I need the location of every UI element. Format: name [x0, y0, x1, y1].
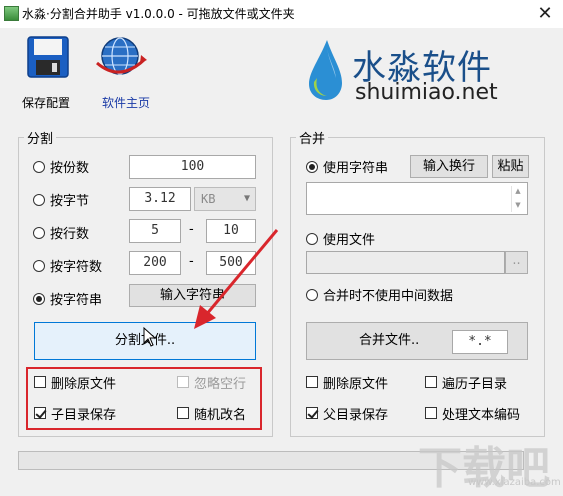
merge-use-string-label: 使用字符串: [323, 161, 389, 176]
merge-group-title: 合并: [296, 128, 329, 147]
split-by-bytes-radio[interactable]: [33, 194, 45, 206]
merge-file-path-input[interactable]: [306, 251, 505, 274]
split-by-count-radio[interactable]: [33, 161, 45, 173]
window-title: 水淼·分割合并助手 v1.0.0.0 - 可拖放文件或文件夹: [22, 7, 295, 21]
merge-traverse-subdirs-label: 遍历子目录: [442, 377, 508, 392]
split-delete-source-checkbox[interactable]: [34, 376, 46, 388]
merge-no-temp-radio[interactable]: [306, 289, 318, 301]
scrollbar[interactable]: ▲ ▼: [511, 186, 524, 212]
watermark-url: www.xiazaiba.com: [468, 477, 561, 488]
split-random-rename-label: 随机改名: [194, 408, 247, 423]
scroll-down-icon[interactable]: ▼: [512, 201, 524, 209]
split-bytes-input[interactable]: 3.12: [129, 187, 191, 211]
floppy-disk-icon[interactable]: [27, 36, 69, 78]
homepage-link[interactable]: 软件主页: [102, 94, 150, 111]
globe-icon[interactable]: [93, 33, 149, 81]
split-bytes-unit-select[interactable]: KB ▼: [194, 187, 256, 211]
split-group-title: 分割: [24, 128, 57, 147]
merge-save-parent-label: 父目录保存: [323, 408, 389, 423]
merge-delete-source-checkbox[interactable]: [306, 376, 318, 388]
merge-use-file-label: 使用文件: [323, 233, 376, 248]
save-config-button[interactable]: 保存配置: [22, 94, 70, 111]
close-button[interactable]: ✕: [532, 2, 558, 26]
merge-no-temp-label: 合并时不使用中间数据: [323, 289, 454, 304]
split-lines-from-input[interactable]: 5: [129, 219, 181, 243]
chevron-down-icon: ▼: [243, 193, 250, 204]
scroll-up-icon[interactable]: ▲: [512, 187, 524, 195]
split-save-subdir-checkbox[interactable]: [34, 407, 46, 419]
split-delete-source-label: 删除原文件: [51, 377, 117, 392]
brand-domain: shuimiao.net: [355, 80, 498, 105]
split-by-bytes-label: 按字节: [50, 194, 90, 209]
split-count-input[interactable]: 100: [129, 155, 256, 179]
merge-traverse-subdirs-checkbox[interactable]: [425, 376, 437, 388]
water-drop-logo-icon: [305, 38, 345, 102]
split-by-lines-radio[interactable]: [33, 227, 45, 239]
merge-string-input[interactable]: [306, 182, 528, 215]
paste-button[interactable]: 粘贴: [492, 155, 529, 178]
split-ignore-blank-checkbox: [177, 376, 189, 388]
split-by-chars-radio[interactable]: [33, 260, 45, 272]
split-ignore-blank-label: 忽略空行: [194, 377, 247, 392]
merge-save-parent-checkbox[interactable]: [306, 407, 318, 419]
merge-handle-encoding-checkbox[interactable]: [425, 407, 437, 419]
split-chars-from-input[interactable]: 200: [129, 251, 181, 275]
split-by-string-radio[interactable]: [33, 293, 45, 305]
browse-file-button[interactable]: ..: [505, 251, 528, 274]
merge-use-file-radio[interactable]: [306, 233, 318, 245]
red-arrow-annotation: [180, 225, 290, 335]
input-newline-button[interactable]: 输入换行: [410, 155, 488, 178]
app-icon: [4, 6, 19, 21]
mouse-cursor-icon: [143, 326, 157, 347]
split-by-string-label: 按字符串: [50, 293, 103, 308]
merge-delete-source-label: 删除原文件: [323, 377, 389, 392]
split-random-rename-checkbox[interactable]: [177, 407, 189, 419]
split-by-chars-label: 按字符数: [50, 260, 103, 275]
merge-file-button-label: 合并文件..: [359, 333, 420, 348]
unit-select-value: KB: [201, 192, 216, 206]
split-by-count-label: 按份数: [50, 161, 90, 176]
merge-handle-encoding-label: 处理文本编码: [442, 408, 521, 423]
split-save-subdir-label: 子目录保存: [51, 408, 117, 423]
split-by-lines-label: 按行数: [50, 227, 90, 242]
merge-use-string-radio[interactable]: [306, 161, 318, 173]
merge-pattern-input[interactable]: *.*: [452, 330, 508, 354]
